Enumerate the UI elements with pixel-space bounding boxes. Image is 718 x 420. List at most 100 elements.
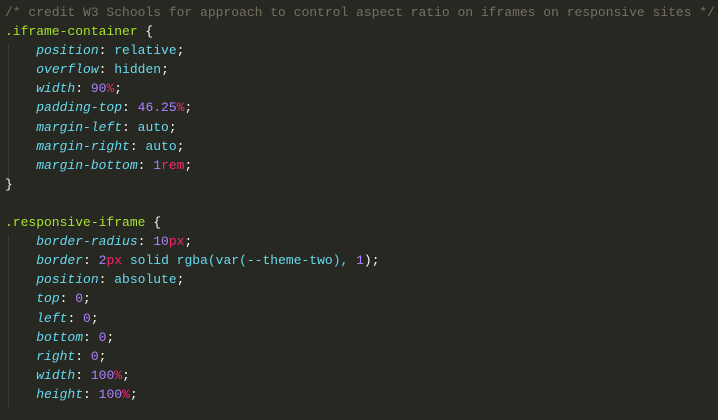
code-line[interactable]: margin-left: auto; xyxy=(5,118,718,137)
code-token-punct: ; xyxy=(114,81,123,97)
code-token-prop: position xyxy=(36,272,99,288)
code-token-prop: bottom xyxy=(36,329,84,345)
code-token-punct: : xyxy=(98,62,115,78)
code-token-prop: margin-right xyxy=(36,138,130,154)
code-token-prop: border-radius xyxy=(36,234,138,250)
code-token-prop: overflow xyxy=(36,62,99,78)
code-line[interactable]: overflow: hidden; xyxy=(5,60,718,79)
code-line[interactable]: margin-right: auto; xyxy=(5,137,718,156)
code-token-num: 10 xyxy=(153,234,169,250)
code-token-prop: top xyxy=(36,291,60,307)
code-token-brace: { xyxy=(137,24,154,40)
code-token-punct: : xyxy=(75,367,91,383)
code-line[interactable]: margin-bottom: 1rem; xyxy=(5,156,718,175)
code-token-num: 46.25 xyxy=(137,100,177,116)
code-token-punct: : xyxy=(67,310,84,326)
code-token-unit: px xyxy=(106,253,123,269)
code-token-unit: px xyxy=(168,234,185,250)
code-line[interactable]: position: absolute; xyxy=(5,270,718,289)
code-line[interactable]: top: 0; xyxy=(5,289,718,308)
code-line[interactable]: bottom: 0; xyxy=(5,328,718,347)
code-token-punct: ; xyxy=(184,157,193,173)
code-token-prop: right xyxy=(36,348,76,364)
code-token-prop: width xyxy=(36,81,76,97)
code-token-punct: ; xyxy=(161,62,169,78)
code-line[interactable]: .iframe-container { xyxy=(5,22,718,41)
code-token-punct: ); xyxy=(363,253,380,269)
code-line[interactable]: } xyxy=(5,175,718,194)
code-line[interactable]: position: relative; xyxy=(5,41,718,60)
code-token-prop: margin-bottom xyxy=(36,157,138,173)
code-token-num: 100 xyxy=(90,367,115,383)
code-line[interactable]: width: 100%; xyxy=(5,366,718,385)
code-line[interactable]: left: 0; xyxy=(5,309,718,328)
code-token-punct: : xyxy=(122,119,138,135)
code-token-prop: left xyxy=(36,310,68,326)
code-token-num: 0 xyxy=(75,291,84,307)
code-token-punct: : xyxy=(122,100,138,116)
code-token-punct: ; xyxy=(176,272,185,288)
code-token-value: solid rgba(var(--theme-two), xyxy=(122,253,357,269)
code-line[interactable]: right: 0; xyxy=(5,347,718,366)
code-token-punct: : xyxy=(83,253,99,269)
code-line[interactable]: border-radius: 10px; xyxy=(5,232,718,251)
code-token-punct: : xyxy=(75,81,91,97)
code-token-punct: ; xyxy=(168,119,177,135)
code-token-brace: { xyxy=(145,215,162,231)
code-line[interactable]: padding-top: 46.25%; xyxy=(5,98,718,117)
code-editor[interactable]: /* credit W3 Schools for approach to con… xyxy=(0,0,718,407)
code-token-punct: : xyxy=(98,272,115,288)
code-token-num: 100 xyxy=(98,386,123,402)
code-token-value: relative xyxy=(114,43,177,59)
code-token-value: absolute xyxy=(114,272,177,288)
code-token-punct: : xyxy=(98,43,115,59)
code-token-num: 1 xyxy=(153,157,162,173)
code-line[interactable]: /* credit W3 Schools for approach to con… xyxy=(5,3,718,22)
code-token-value: auto xyxy=(137,119,169,135)
code-line[interactable]: width: 90%; xyxy=(5,79,718,98)
code-line[interactable]: border: 2px solid rgba(var(--theme-two),… xyxy=(5,251,718,270)
code-token-brace: } xyxy=(5,176,13,192)
code-token-unit: rem xyxy=(161,157,185,173)
code-token-punct: : xyxy=(137,157,154,173)
code-token-num: 90 xyxy=(90,81,107,97)
code-token-value: auto xyxy=(145,138,177,154)
code-token-num: 0 xyxy=(83,310,91,326)
code-token-selector: .responsive-iframe xyxy=(5,215,146,231)
code-token-punct: ; xyxy=(83,291,91,307)
code-token-unit: % xyxy=(122,386,130,402)
code-token-prop: border xyxy=(36,253,84,269)
code-token-comment: /* credit W3 Schools for approach to con… xyxy=(5,5,715,20)
code-line[interactable]: .responsive-iframe { xyxy=(5,213,718,232)
code-token-prop: padding-top xyxy=(36,100,123,116)
code-token-punct: ; xyxy=(176,138,185,154)
code-token-punct: ; xyxy=(184,234,193,250)
code-lines: /* credit W3 Schools for approach to con… xyxy=(5,3,718,404)
code-token-num: 0 xyxy=(90,348,99,364)
code-token-prop: height xyxy=(36,386,84,402)
code-token-punct: ; xyxy=(98,348,107,364)
code-token-punct: : xyxy=(137,234,154,250)
code-token-punct: ; xyxy=(184,100,193,116)
code-token-punct: ; xyxy=(106,329,115,345)
code-line[interactable]: height: 100%; xyxy=(5,385,718,404)
code-token-prop: margin-left xyxy=(36,119,123,135)
code-line[interactable] xyxy=(5,194,718,213)
code-token-punct: ; xyxy=(176,43,185,59)
code-token-punct: ; xyxy=(90,310,99,326)
